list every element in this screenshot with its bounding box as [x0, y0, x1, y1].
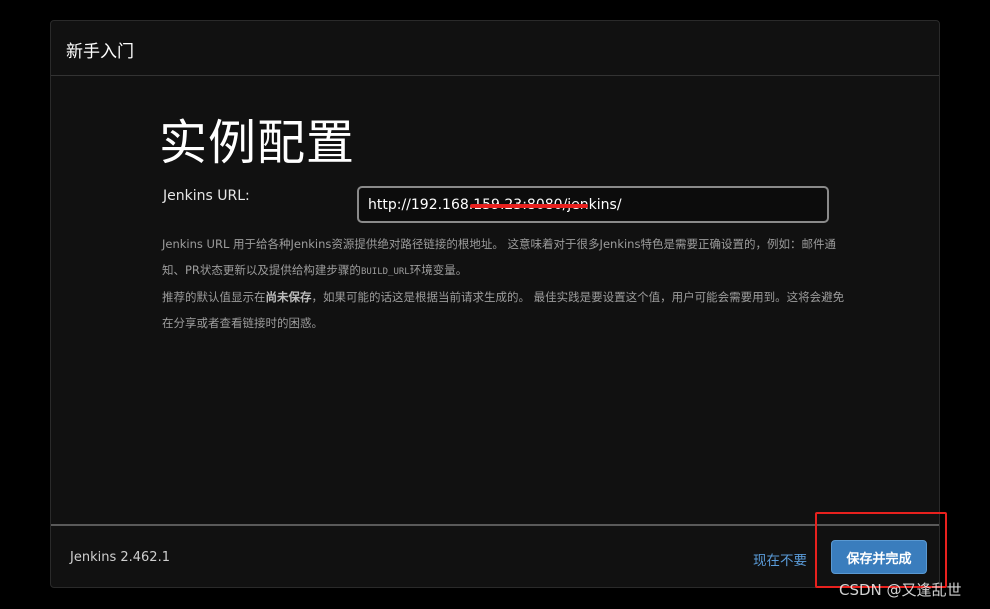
jenkins-url-input[interactable]: [357, 186, 829, 223]
help-paragraph-1-text: Jenkins URL 用于给各种Jenkins资源提供绝对路径链接的根地址。 …: [162, 237, 836, 277]
help-paragraph-2: 推荐的默认值显示在尚未保存，如果可能的话这是根据当前请求生成的。 最佳实践是要设…: [162, 285, 852, 336]
not-saved-emphasis: 尚未保存: [265, 290, 312, 304]
watermark: CSDN @又逢乱世: [839, 581, 962, 599]
setup-wizard-dialog: 新手入门 实例配置 Jenkins URL: Jenkins URL 用于给各种…: [50, 20, 940, 588]
help-paragraph-2-prefix: 推荐的默认值显示在: [162, 290, 266, 304]
dialog-title: 新手入门: [66, 42, 134, 62]
build-url-code: BUILD_URL: [360, 266, 410, 277]
annotation-underline: [470, 204, 588, 208]
jenkins-url-label: Jenkins URL:: [163, 188, 250, 204]
help-text: Jenkins URL 用于给各种Jenkins资源提供绝对路径链接的根地址。 …: [162, 232, 852, 336]
page-title: 实例配置: [159, 115, 356, 171]
help-paragraph-1-tail: 环境变量。: [409, 262, 468, 277]
jenkins-version: Jenkins 2.462.1: [70, 550, 170, 565]
dialog-header: 新手入门: [51, 21, 939, 76]
dialog-footer: Jenkins 2.462.1 现在不要 保存并完成: [51, 524, 939, 588]
annotation-highlight-box: [815, 512, 947, 588]
help-paragraph-1: Jenkins URL 用于给各种Jenkins资源提供绝对路径链接的根地址。 …: [162, 232, 852, 285]
skip-button[interactable]: 现在不要: [753, 549, 807, 569]
